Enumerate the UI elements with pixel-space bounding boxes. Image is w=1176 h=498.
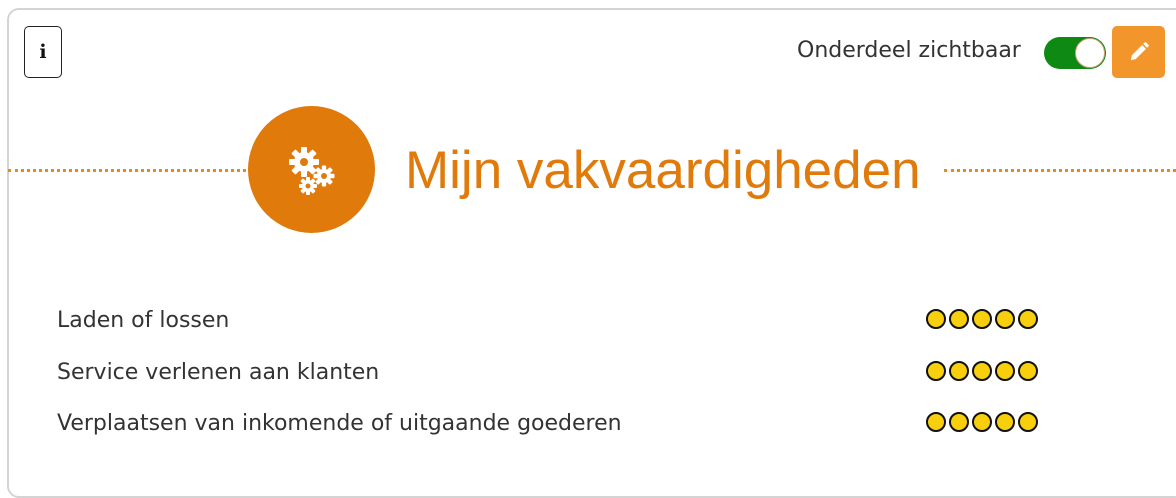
rating-dot bbox=[926, 412, 946, 432]
info-button[interactable]: i bbox=[24, 26, 62, 78]
edit-button[interactable] bbox=[1112, 26, 1165, 78]
rating-dot bbox=[972, 361, 992, 381]
rating-dot bbox=[995, 412, 1015, 432]
rating-dot bbox=[972, 309, 992, 329]
skill-row: Service verlenen aan klanten bbox=[57, 358, 1057, 392]
gears-icon bbox=[288, 146, 334, 195]
section-icon-circle bbox=[248, 106, 375, 233]
skill-row: Verplaatsen van inkomende of uitgaande g… bbox=[57, 409, 1057, 443]
rating-dot bbox=[926, 361, 946, 381]
skill-label: Verplaatsen van inkomende of uitgaande g… bbox=[57, 411, 622, 436]
skill-label: Service verlenen aan klanten bbox=[57, 360, 380, 385]
pencil-icon bbox=[1130, 42, 1149, 61]
info-icon: i bbox=[39, 40, 47, 63]
rating-dot bbox=[995, 309, 1015, 329]
rating-dot bbox=[1018, 361, 1038, 381]
rating-dot bbox=[995, 361, 1015, 381]
rating-dot bbox=[949, 361, 969, 381]
rating-dot bbox=[949, 309, 969, 329]
skill-rating bbox=[926, 361, 1038, 381]
rating-dot bbox=[949, 412, 969, 432]
skill-row: Laden of lossen bbox=[57, 306, 1057, 340]
section-title: Mijn vakvaardigheden bbox=[405, 141, 921, 200]
divider-left bbox=[8, 169, 246, 172]
visibility-label: Onderdeel zichtbaar bbox=[797, 38, 1021, 63]
rating-dot bbox=[1018, 309, 1038, 329]
skill-label: Laden of lossen bbox=[57, 308, 230, 333]
skill-rating bbox=[926, 309, 1038, 329]
rating-dot bbox=[926, 309, 946, 329]
divider-right bbox=[944, 169, 1176, 172]
visibility-toggle[interactable] bbox=[1044, 37, 1106, 69]
rating-dot bbox=[1018, 412, 1038, 432]
skill-rating bbox=[926, 412, 1038, 432]
toggle-knob bbox=[1075, 38, 1105, 68]
rating-dot bbox=[972, 412, 992, 432]
